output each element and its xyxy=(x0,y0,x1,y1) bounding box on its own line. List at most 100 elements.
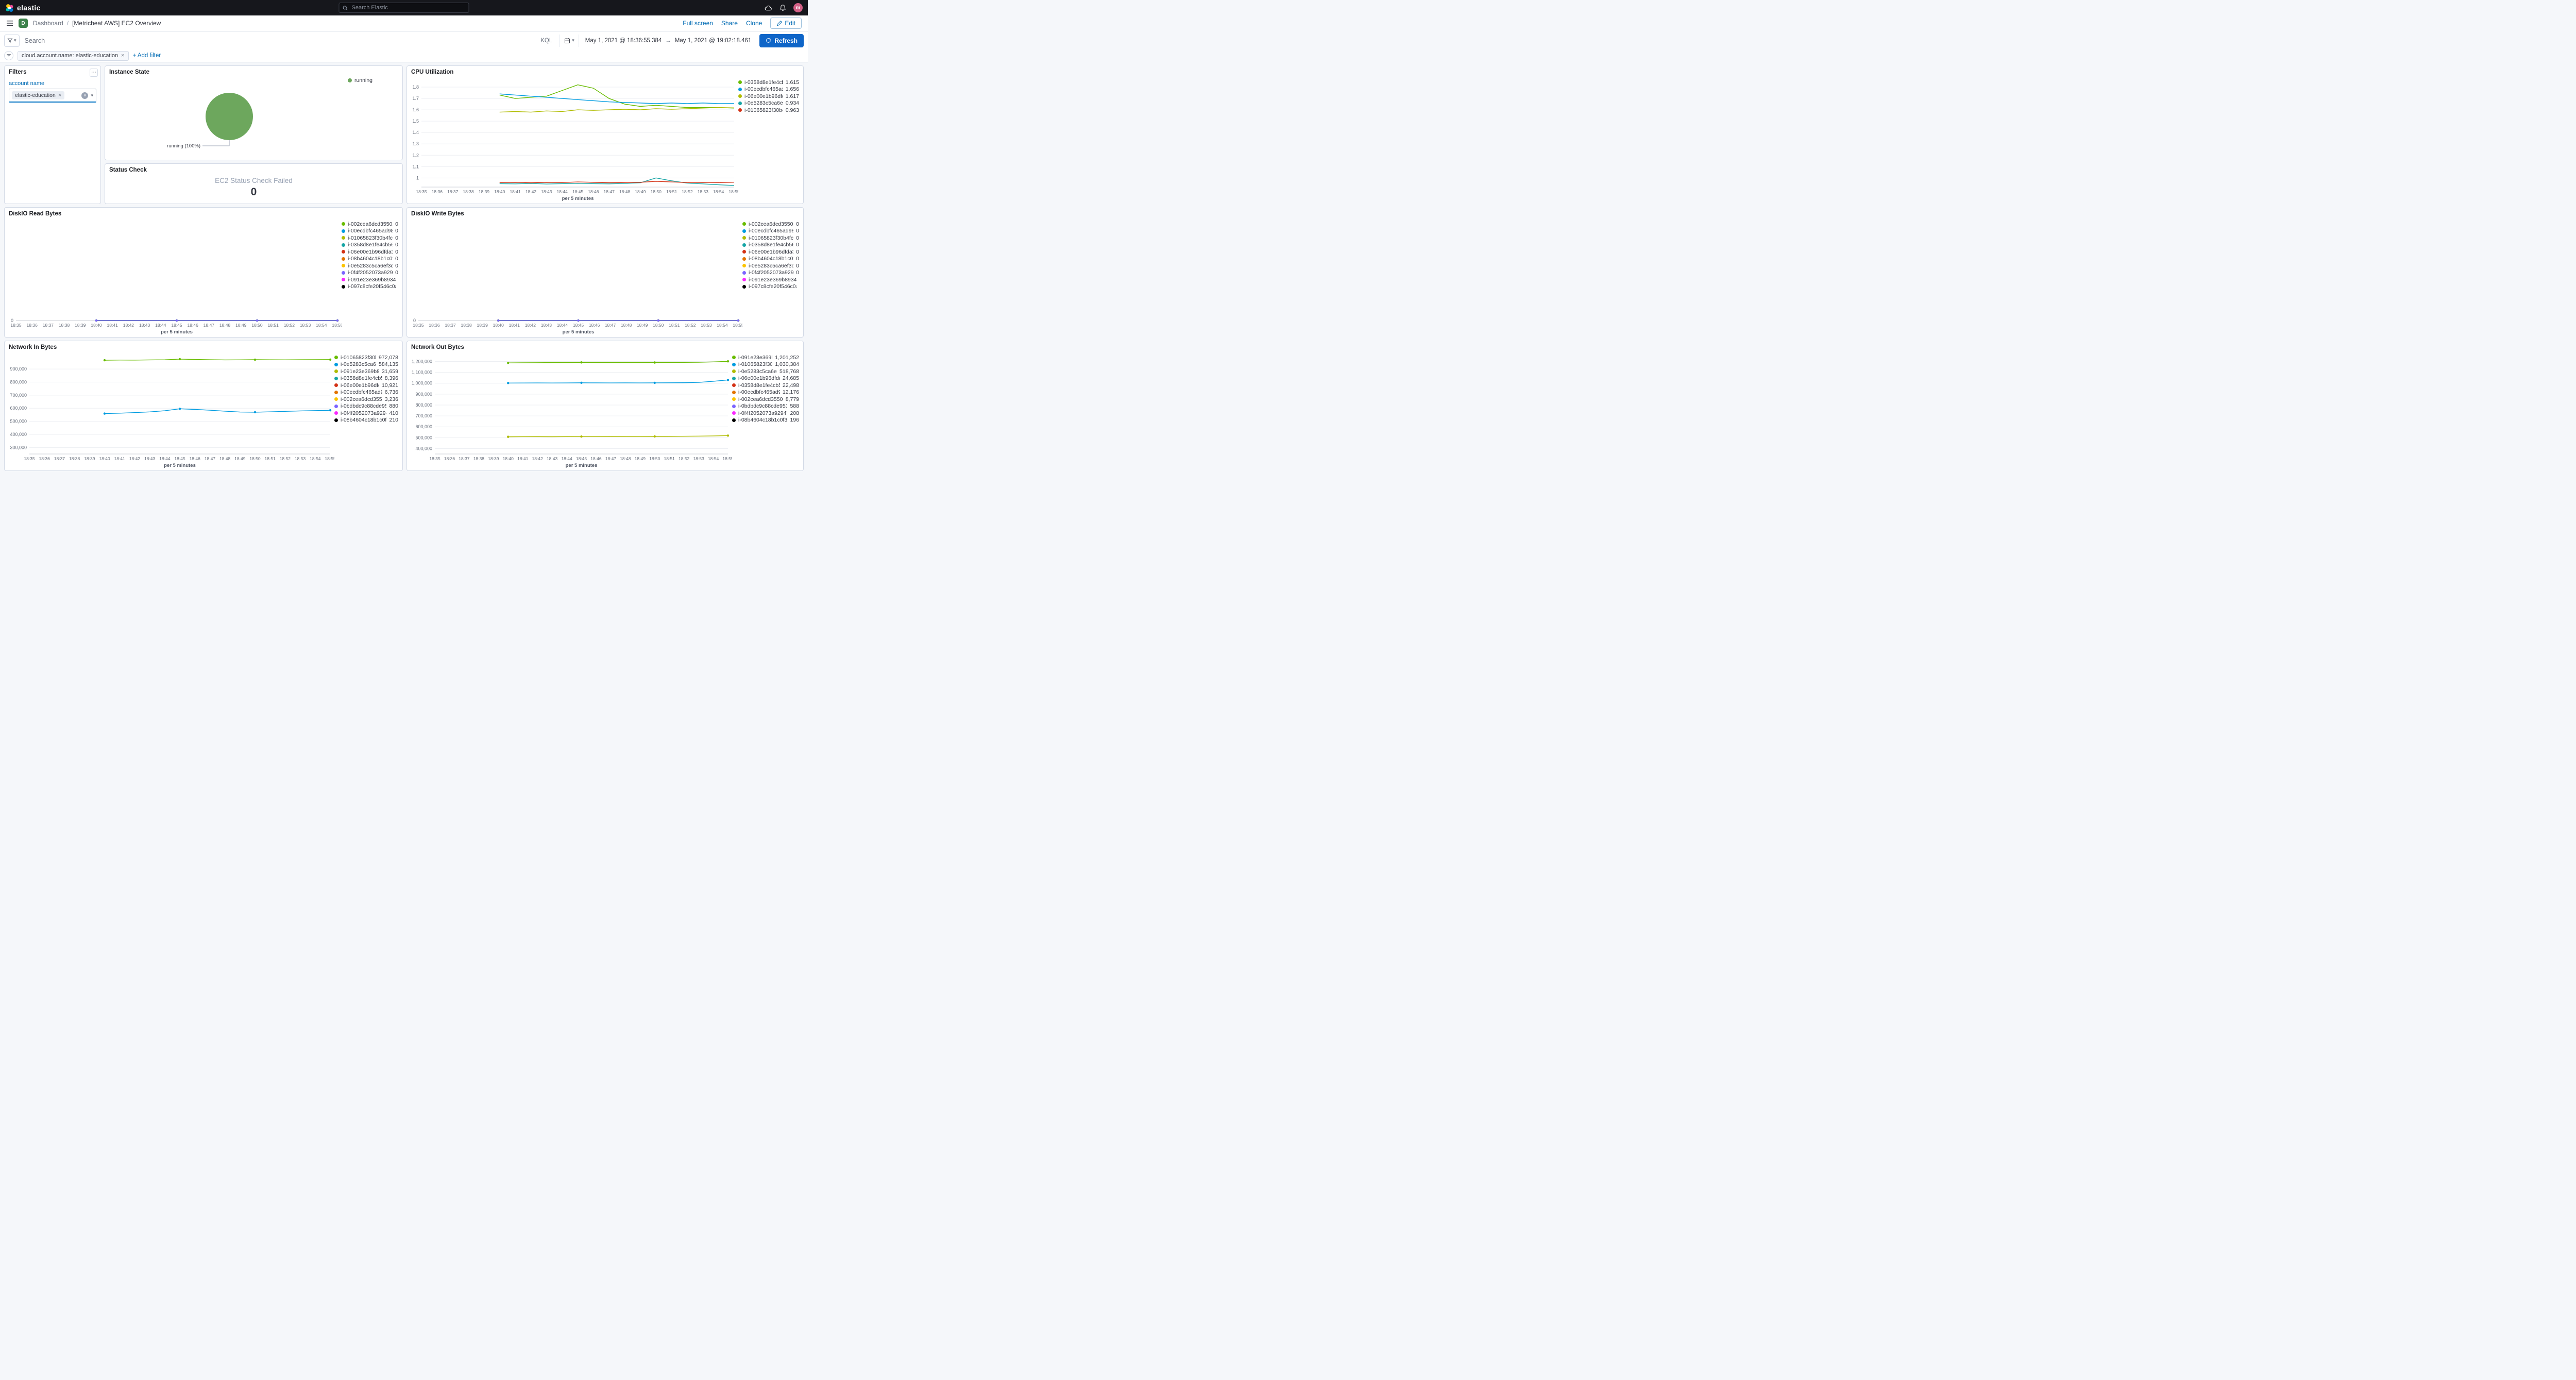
panel-options-button[interactable]: ⋯ xyxy=(90,69,98,77)
kql-search-input[interactable] xyxy=(23,36,534,45)
legend-item[interactable]: i-0bdbdc9c88cde9518 588 xyxy=(732,403,799,410)
legend-item[interactable]: i-097c8cfe20f546c0a xyxy=(342,283,398,291)
add-filter-button[interactable]: + Add filter xyxy=(133,53,161,59)
legend-item[interactable]: i-0e5283c5ca6ef3c8c0.934 xyxy=(738,100,799,107)
legend-item[interactable]: i-08b4604c18b1c0f340 xyxy=(342,256,398,263)
remove-filter-icon[interactable]: × xyxy=(121,53,124,59)
legend-item[interactable]: i-097c8cfe20f546c0a xyxy=(742,283,799,291)
legend-item[interactable]: i-06e00e1b96dfda3f70 xyxy=(742,248,799,256)
instance-state-pie[interactable]: running (100%) xyxy=(105,77,402,160)
legend-item[interactable]: i-0e5283c5ca6ef3c8c518,768 xyxy=(732,368,799,375)
network-in-bytes-svg[interactable]: 300,000 400,000 500,000 600,000 700,000 800,0… xyxy=(5,352,336,470)
selected-option-pill[interactable]: elastic-education × xyxy=(12,91,65,99)
legend-item[interactable]: i-0bdbdc9c88cde9518880 xyxy=(334,403,398,410)
legend-item[interactable]: i-0358d8e1fe4cb56891.615 xyxy=(738,79,799,86)
clear-selection-button[interactable]: × xyxy=(81,92,89,99)
global-search[interactable] xyxy=(338,3,469,13)
legend-series-name: i-0e5283c5ca6ef3c8c xyxy=(749,262,793,269)
cpu-utilization-plot-area[interactable]: 1 1.1 1.2 1.3 1.4 1.5 1.6 1.7 1.8 18:35 18:36 18:37… xyxy=(407,77,740,204)
chevron-down-icon: ▾ xyxy=(14,38,16,43)
space-badge[interactable]: D xyxy=(19,19,28,28)
svg-text:18:35: 18:35 xyxy=(416,189,427,194)
legend-item[interactable]: i-00ecdbfc465ad98df1.656 xyxy=(738,86,799,93)
user-avatar[interactable]: m xyxy=(793,3,803,12)
legend-item[interactable]: i-06e00e1b96dfda3f71.617 xyxy=(738,93,799,100)
legend-item[interactable]: i-091e23e369b893463 xyxy=(342,276,398,283)
legend-item[interactable]: i-091e23e369b893...1,201,252 xyxy=(732,354,799,361)
chart-legend: i-0358d8e1fe4cb56891.615i-00ecdbfc465ad9… xyxy=(738,77,803,204)
legend-item[interactable]: i-0f4f2052073a92947 208 xyxy=(732,410,799,417)
legend-series-name: i-0bdbdc9c88cde9518 xyxy=(738,403,788,410)
network-out-plot-area[interactable]: 400,000 500,000 600,000 700,000 800,000 900,0… xyxy=(407,352,734,470)
legend-series-name: i-0f4f2052073a92947 xyxy=(749,270,794,276)
share-link[interactable]: Share xyxy=(721,20,738,27)
full-screen-link[interactable]: Full screen xyxy=(683,20,713,27)
legend-item[interactable]: i-00ecdbfc465ad98df0 xyxy=(742,228,799,235)
elastic-logo[interactable]: elastic xyxy=(5,4,41,12)
legend-item[interactable]: i-002cea6dcd35502f73,236 xyxy=(334,396,398,403)
global-search-input[interactable] xyxy=(350,4,466,11)
legend-item[interactable]: i-08b4604c18b1c0f34210 xyxy=(334,417,398,424)
legend-item[interactable]: i-01065823f30b4fc...1,030,384 xyxy=(732,361,799,368)
breadcrumb-dashboard[interactable]: Dashboard xyxy=(33,20,63,27)
status-check-label: EC2 Status Check Failed xyxy=(215,177,293,184)
legend-item[interactable]: i-00ecdbfc465ad98df12,176 xyxy=(732,389,799,396)
legend-item[interactable]: i-0f4f2052073a929470 xyxy=(342,270,398,277)
legend-item[interactable]: i-08b4604c18b1c0f34 196 xyxy=(732,417,799,424)
network-in-plot-area[interactable]: 300,000 400,000 500,000 600,000 700,000 800,0… xyxy=(5,352,336,470)
alerts-bell-icon[interactable] xyxy=(779,4,786,11)
legend-item[interactable]: i-01065823f30b4fc210 xyxy=(742,234,799,242)
legend-dot xyxy=(334,404,338,408)
legend-item[interactable]: i-002cea6dcd35502f70 xyxy=(742,221,799,228)
date-range-start[interactable]: May 1, 2021 @ 18:36:55.384 xyxy=(585,38,662,44)
legend-item[interactable]: i-01065823f30b4fc210.963 xyxy=(738,107,799,114)
legend-item[interactable]: i-01065823f30b4fc210 xyxy=(342,234,398,242)
legend-item[interactable]: i-0e5283c5ca6ef3c8c0 xyxy=(742,262,799,270)
legend-item[interactable]: i-0358d8e1fe4cb56890 xyxy=(342,242,398,249)
menu-hamburger-icon[interactable] xyxy=(6,20,13,26)
legend-item[interactable]: i-08b4604c18b1c0f340 xyxy=(742,256,799,263)
cpu-utilization-svg[interactable]: 1 1.1 1.2 1.3 1.4 1.5 1.6 1.7 1.8 18:35 18:36 18:37… xyxy=(407,77,740,204)
legend-item[interactable]: i-091e23e369b893463 xyxy=(742,276,799,283)
legend-item[interactable]: i-002cea6dcd35502f70 xyxy=(342,221,398,228)
filter-pill-cloud-account[interactable]: cloud.account.name: elastic-education × xyxy=(18,51,129,61)
svg-text:18:48: 18:48 xyxy=(219,323,231,328)
legend-item[interactable]: i-06e00e1b96dfda3f724,685 xyxy=(732,375,799,382)
legend-item[interactable]: i-002cea6dcd35502f78,779 xyxy=(732,396,799,403)
legend-item[interactable]: i-0358d8e1fe4cb56898,396 xyxy=(334,375,398,382)
legend-item[interactable]: i-0e5283c5ca6ef3c8c0 xyxy=(342,262,398,270)
account-name-combobox[interactable]: elastic-education × × ▾ xyxy=(9,89,96,103)
network-out-bytes-svg[interactable]: 400,000 500,000 600,000 700,000 800,000 900,0… xyxy=(407,352,734,470)
refresh-button[interactable]: Refresh xyxy=(759,33,804,47)
svg-text:18:36: 18:36 xyxy=(27,323,38,328)
breadcrumb: Dashboard / [Metricbeat AWS] EC2 Overvie… xyxy=(33,20,161,27)
legend-item[interactable]: i-0f4f2052073a929470 xyxy=(742,270,799,277)
cloud-icon[interactable] xyxy=(765,4,772,12)
legend-item[interactable]: i-01065823f30b4fc21972,078 xyxy=(334,354,398,361)
legend-item[interactable]: i-0358d8e1fe4cb568922,498 xyxy=(732,382,799,389)
filter-options-button[interactable] xyxy=(4,51,13,60)
clone-link[interactable]: Clone xyxy=(746,20,762,27)
legend-item[interactable]: i-0358d8e1fe4cb56890 xyxy=(742,242,799,249)
date-picker-button[interactable]: ▾ xyxy=(560,34,579,47)
diskio-read-plot-area[interactable]: 0 18:35 18:36 18:37 18:38 18:39 18:40 18:41 18:4… xyxy=(5,219,343,337)
svg-text:18:47: 18:47 xyxy=(605,456,617,461)
legend-item[interactable]: i-0f4f2052073a92947 410 xyxy=(334,410,398,417)
diskio-write-bytes-svg[interactable]: 018:35 18:36 18:37 18:38 18:39 18:40 18:41 18:4… xyxy=(407,219,744,337)
remove-option-icon[interactable]: × xyxy=(58,92,61,98)
legend-item[interactable]: i-06e00e1b96dfda3f710,921 xyxy=(334,382,398,389)
saved-query-menu-button[interactable]: ▾ xyxy=(4,34,20,47)
legend-item[interactable]: i-00ecdbfc465ad98df0 xyxy=(342,228,398,235)
legend-item[interactable]: i-0e5283c5ca6ef3c8c584,135 xyxy=(334,361,398,368)
legend-item[interactable]: i-091e23e369b89346331,659 xyxy=(334,368,398,375)
date-range-end[interactable]: May 1, 2021 @ 19:02:18.461 xyxy=(675,38,752,44)
diskio-read-bytes-svg[interactable]: 018:35 18:36 18:37 18:38 18:39 18:40 18:41 18:4… xyxy=(5,219,343,337)
edit-button[interactable]: Edit xyxy=(770,18,802,29)
chevron-down-icon[interactable]: ▾ xyxy=(91,93,93,98)
pie-slice-running[interactable] xyxy=(206,93,253,140)
query-language-selector[interactable]: KQL xyxy=(537,38,555,44)
legend-item[interactable]: i-06e00e1b96dfda3f70 xyxy=(342,248,398,256)
diskio-write-plot-area[interactable]: 0 18:35 18:36 18:37 18:38 18:39 18:40 18:41 18:4… xyxy=(407,219,744,337)
legend-dot xyxy=(732,404,736,408)
legend-item[interactable]: i-00ecdbfc465ad98df6,736 xyxy=(334,389,398,396)
